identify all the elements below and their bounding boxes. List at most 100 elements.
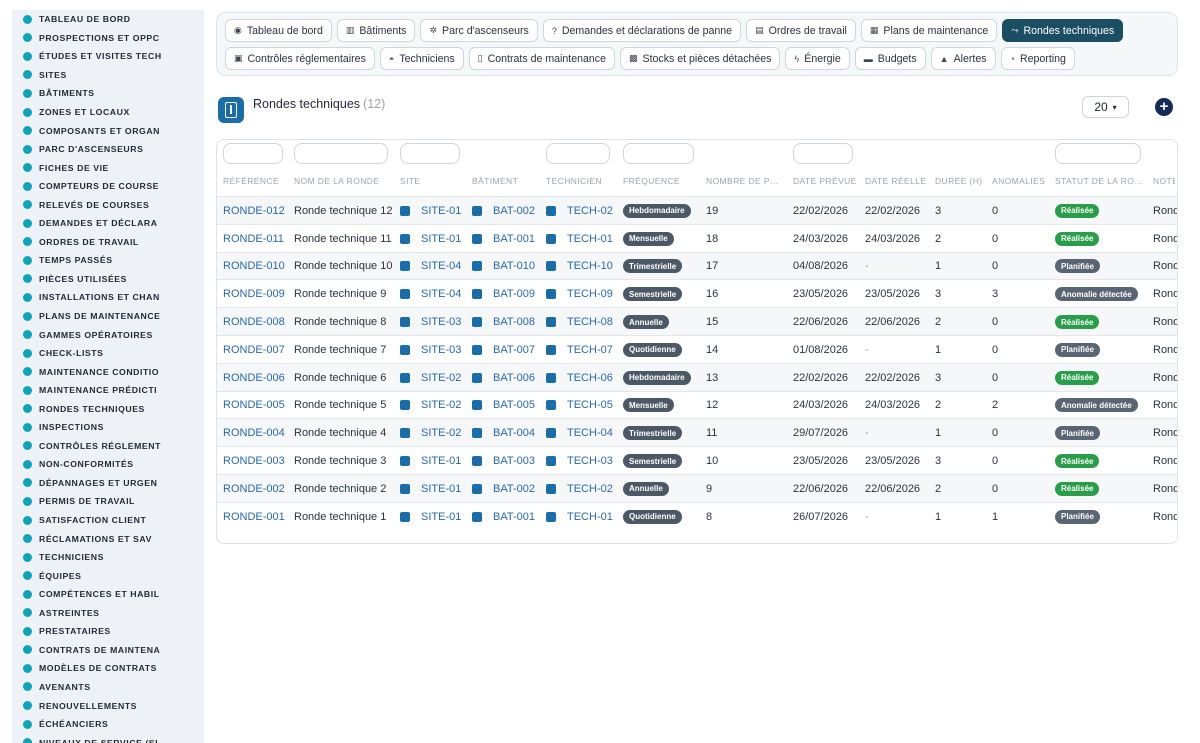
tech-link[interactable]: TECH-09 bbox=[567, 288, 613, 300]
table-row[interactable]: RONDE-006 Ronde technique 6 SITE-02 BAT-006… bbox=[217, 362, 1177, 391]
sidebar-item-zones-et-locaux[interactable]: ZONES ET LOCAUX bbox=[12, 103, 204, 122]
tab-parc-d-ascenseurs[interactable]: ✲ Parc d'ascenseurs bbox=[420, 19, 538, 42]
batiment-link[interactable]: BAT-009 bbox=[493, 288, 535, 300]
tab-reporting[interactable]: ◔ Reporting bbox=[1000, 47, 1075, 70]
column-header[interactable]: BÂTIMENT bbox=[472, 176, 542, 186]
sidebar-item-etudes-et-visites-tech[interactable]: ÉTUDES ET VISITES TECH bbox=[12, 47, 204, 66]
sidebar-item-inspections[interactable]: INSPECTIONS bbox=[12, 418, 204, 437]
batiment-link[interactable]: BAT-001 bbox=[493, 233, 535, 245]
sidebar-item-avenants[interactable]: AVENANTS bbox=[12, 678, 204, 697]
site-link[interactable]: SITE-01 bbox=[421, 233, 461, 245]
site-link[interactable]: SITE-02 bbox=[421, 372, 461, 384]
tech-link[interactable]: TECH-01 bbox=[567, 511, 613, 523]
tech-link[interactable]: TECH-07 bbox=[567, 344, 613, 356]
sidebar-item-depannages-et-urgen[interactable]: DÉPANNAGES ET URGEN bbox=[12, 474, 204, 493]
table-row[interactable]: RONDE-008 Ronde technique 8 SITE-03 BAT-008… bbox=[217, 307, 1177, 335]
sidebar-item-sites[interactable]: SITES bbox=[12, 66, 204, 85]
sidebar-item-plans-de-maintenance[interactable]: PLANS DE MAINTENANCE bbox=[12, 307, 204, 326]
batiment-link[interactable]: BAT-003 bbox=[493, 455, 535, 467]
sidebar-item-maintenance-conditio[interactable]: MAINTENANCE CONDITIO bbox=[12, 362, 204, 381]
sidebar-item-contrats-de-maintena[interactable]: CONTRATS DE MAINTENA bbox=[12, 641, 204, 660]
column-header[interactable]: DATE PRÉVUE bbox=[793, 176, 861, 186]
column-header[interactable]: SITE bbox=[400, 176, 468, 186]
table-row[interactable]: RONDE-005 Ronde technique 5 SITE-02 BAT-005… bbox=[217, 390, 1177, 419]
tab-contrats-de-maintenance[interactable]: ▯ Contrats de maintenance bbox=[468, 47, 615, 70]
tech-link[interactable]: TECH-01 bbox=[567, 233, 613, 245]
site-link[interactable]: SITE-01 bbox=[421, 205, 461, 217]
tech-link[interactable]: TECH-02 bbox=[567, 205, 613, 217]
tab-budgets[interactable]: ▬ Budgets bbox=[854, 47, 926, 70]
sidebar-item-maintenance-predicti[interactable]: MAINTENANCE PRÉDICTI bbox=[12, 381, 204, 400]
column-header[interactable]: STATUT DE LA RO… bbox=[1055, 176, 1149, 186]
table-row[interactable]: RONDE-009 Ronde technique 9 SITE-04 BAT-009… bbox=[217, 279, 1177, 307]
sidebar-item-equipes[interactable]: ÉQUIPES bbox=[12, 566, 204, 585]
table-row[interactable]: RONDE-007 Ronde technique 7 SITE-03 BAT-007… bbox=[217, 335, 1177, 363]
column-header[interactable]: DATE RÉELLE bbox=[865, 176, 931, 186]
column-filter-input[interactable] bbox=[623, 143, 694, 164]
tab-plans-de-maintenance[interactable]: ▦ Plans de maintenance bbox=[860, 19, 998, 42]
reference-link[interactable]: RONDE-006 bbox=[223, 372, 285, 384]
reference-link[interactable]: RONDE-012 bbox=[223, 205, 285, 217]
sidebar-item-competences-et-habil[interactable]: COMPÉTENCES ET HABIL bbox=[12, 585, 204, 604]
tech-link[interactable]: TECH-08 bbox=[567, 316, 613, 328]
column-filter-input[interactable] bbox=[400, 143, 460, 164]
batiment-link[interactable]: BAT-005 bbox=[493, 399, 535, 411]
column-header[interactable]: ANOMALIES bbox=[992, 176, 1051, 186]
sidebar-item-batiments[interactable]: BÂTIMENTS bbox=[12, 84, 204, 103]
tab-techniciens[interactable]: ◓ Techniciens bbox=[379, 47, 464, 70]
column-header[interactable]: NOTE bbox=[1153, 176, 1175, 186]
tab-controles-reglementaires[interactable]: ▣ Contrôles réglementaires bbox=[225, 47, 375, 70]
site-link[interactable]: SITE-03 bbox=[421, 316, 461, 328]
sidebar-item-prospections-et-oppc[interactable]: PROSPECTIONS ET OPPC bbox=[12, 29, 204, 48]
sidebar-item-compteurs-de-course[interactable]: COMPTEURS DE COURSE bbox=[12, 177, 204, 196]
site-link[interactable]: SITE-04 bbox=[421, 260, 461, 272]
column-header[interactable]: FRÉQUENCE bbox=[623, 176, 702, 186]
sidebar-item-renouvellements[interactable]: RENOUVELLEMENTS bbox=[12, 696, 204, 715]
column-header[interactable]: NOM DE LA RONDE bbox=[294, 176, 396, 186]
sidebar-item-techniciens[interactable]: TECHNICIENS bbox=[12, 548, 204, 567]
sidebar-item-installations-et-chan[interactable]: INSTALLATIONS ET CHAN bbox=[12, 288, 204, 307]
sidebar-item-composants-et-organ[interactable]: COMPOSANTS ET ORGAN bbox=[12, 121, 204, 140]
batiment-link[interactable]: BAT-002 bbox=[493, 483, 535, 495]
reference-link[interactable]: RONDE-004 bbox=[223, 427, 285, 439]
batiment-link[interactable]: BAT-002 bbox=[493, 205, 535, 217]
tab-stocks-et-pieces-detachees[interactable]: ▩ Stocks et pièces détachées bbox=[620, 47, 781, 70]
site-link[interactable]: SITE-02 bbox=[421, 399, 461, 411]
add-button[interactable]: + bbox=[1155, 98, 1173, 116]
sidebar-item-ordres-de-travail[interactable]: ORDRES DE TRAVAIL bbox=[12, 233, 204, 252]
reference-link[interactable]: RONDE-002 bbox=[223, 483, 285, 495]
sidebar-item-niveaux-de-service-sl[interactable]: NIVEAUX DE SERVICE (SL bbox=[12, 733, 204, 743]
table-row[interactable]: RONDE-003 Ronde technique 3 SITE-01 BAT-003… bbox=[217, 446, 1177, 474]
sidebar-item-permis-de-travail[interactable]: PERMIS DE TRAVAIL bbox=[12, 492, 204, 511]
site-link[interactable]: SITE-01 bbox=[421, 511, 461, 523]
site-link[interactable]: SITE-02 bbox=[421, 427, 461, 439]
per-page-select[interactable]: 20 ▾ bbox=[1082, 96, 1129, 118]
batiment-link[interactable]: BAT-006 bbox=[493, 372, 535, 384]
sidebar-item-releves-de-courses[interactable]: RELEVÉS DE COURSES bbox=[12, 195, 204, 214]
batiment-link[interactable]: BAT-004 bbox=[493, 427, 535, 439]
sidebar-item-non-conformites[interactable]: NON-CONFORMITÉS bbox=[12, 455, 204, 474]
tech-link[interactable]: TECH-02 bbox=[567, 483, 613, 495]
table-row[interactable]: RONDE-011 Ronde technique 11 SITE-01 BAT-00… bbox=[217, 223, 1177, 252]
sidebar-item-check-lists[interactable]: CHECK-LISTS bbox=[12, 344, 204, 363]
sidebar-item-rondes-techniques[interactable]: RONDES TECHNIQUES bbox=[12, 399, 204, 418]
column-header[interactable]: RÉFÉRENCE bbox=[223, 176, 290, 186]
table-row[interactable]: RONDE-004 Ronde technique 4 SITE-02 BAT-004… bbox=[217, 418, 1177, 447]
sidebar-item-temps-passes[interactable]: TEMPS PASSÉS bbox=[12, 251, 204, 270]
sidebar-item-prestataires[interactable]: PRESTATAIRES bbox=[12, 622, 204, 641]
reference-link[interactable]: RONDE-010 bbox=[223, 260, 285, 272]
site-link[interactable]: SITE-01 bbox=[421, 483, 461, 495]
tab-energie[interactable]: ϟ Énergie bbox=[785, 47, 850, 70]
batiment-link[interactable]: BAT-010 bbox=[493, 260, 535, 272]
sidebar-item-modeles-de-contrats[interactable]: MODÈLES DE CONTRATS bbox=[12, 659, 204, 678]
reference-link[interactable]: RONDE-007 bbox=[223, 344, 285, 356]
sidebar-item-pieces-utilisees[interactable]: PIÈCES UTILISÉES bbox=[12, 270, 204, 289]
sidebar-item-satisfaction-client[interactable]: SATISFACTION CLIENT bbox=[12, 511, 204, 530]
batiment-link[interactable]: BAT-001 bbox=[493, 511, 535, 523]
sidebar-item-parc-d-ascenseurs[interactable]: PARC D'ASCENSEURS bbox=[12, 140, 204, 159]
column-filter-input[interactable] bbox=[546, 143, 610, 164]
tab-tableau-de-bord[interactable]: ◉ Tableau de bord bbox=[225, 19, 332, 42]
sidebar-item-tableau-de-bord[interactable]: TABLEAU DE BORD bbox=[12, 10, 204, 29]
site-link[interactable]: SITE-01 bbox=[421, 455, 461, 467]
reference-link[interactable]: RONDE-009 bbox=[223, 288, 285, 300]
